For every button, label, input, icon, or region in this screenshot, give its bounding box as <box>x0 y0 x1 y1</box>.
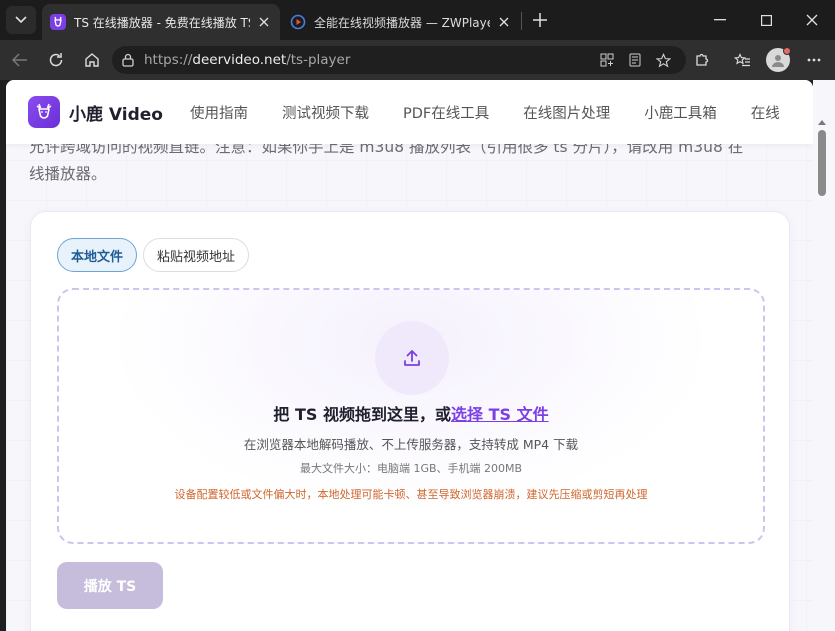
home-button[interactable] <box>78 46 106 74</box>
tab-strip: TS 在线播放器 - 免费在线播放 TS 视频 全能在线视频播放器 — ZWPl… <box>0 0 835 40</box>
new-tab-button[interactable] <box>528 8 552 32</box>
more-dots-icon <box>807 58 821 62</box>
source-tabs: 本地文件 粘贴视频地址 <box>57 238 255 272</box>
favorites-button[interactable] <box>728 46 756 74</box>
tab-ts-player[interactable]: TS 在线播放器 - 免费在线播放 TS 视频 <box>42 4 280 40</box>
intro-line: 线播放器。 <box>29 165 107 183</box>
scroll-thumb[interactable] <box>818 130 826 196</box>
close-icon <box>806 14 818 26</box>
deer-favicon-icon <box>50 14 66 30</box>
nav-item-pdf-tools[interactable]: PDF在线工具 <box>403 102 489 123</box>
maximize-button[interactable] <box>743 0 789 40</box>
tab-paste-url[interactable]: 粘贴视频地址 <box>143 238 250 272</box>
browser-toolbar: https://deervideo.net/ts-player <box>0 40 835 80</box>
scroll-up-arrow-icon[interactable] <box>818 120 826 125</box>
notification-dot <box>783 47 791 55</box>
favorites-list-icon <box>733 52 750 66</box>
refresh-icon <box>49 53 63 67</box>
url-text: https://deervideo.net/ts-player <box>144 52 351 68</box>
profile-avatar[interactable] <box>766 47 791 72</box>
dropzone-title: 把 TS 视频拖到这里，或选择 TS 文件 <box>59 401 763 425</box>
performance-warning: 设备配置较低或文件偏大时，本地处理可能卡顿、甚至导致浏览器崩溃，建议先压缩或剪短… <box>174 488 648 501</box>
tab-actions-menu[interactable] <box>6 6 36 34</box>
play-ts-button[interactable]: 播放 TS <box>57 562 163 609</box>
minimize-icon <box>714 19 726 21</box>
close-icon[interactable] <box>256 14 272 30</box>
dropzone-subtitle: 在浏览器本地解码播放、不上传服务器，支持转成 MP4 下载 <box>243 437 579 452</box>
nav-item-guide[interactable]: 使用指南 <box>190 102 248 123</box>
home-icon <box>85 53 99 67</box>
deer-logo-icon[interactable] <box>28 96 60 128</box>
plus-icon <box>533 13 547 27</box>
refresh-button[interactable] <box>42 46 70 74</box>
address-bar[interactable]: https://deervideo.net/ts-player <box>112 46 686 74</box>
nav-item-online[interactable]: 在线 <box>751 102 780 123</box>
brand-name[interactable]: 小鹿 Video <box>69 100 163 125</box>
tab-title: 全能在线视频播放器 — ZWPlayer <box>314 15 490 30</box>
nav-item-test-videos[interactable]: 测试视频下载 <box>282 102 369 123</box>
more-menu-button[interactable] <box>800 46 828 74</box>
close-window-button[interactable] <box>789 0 835 40</box>
tab-title: TS 在线播放器 - 免费在线播放 TS 视频 <box>74 15 250 30</box>
maximize-icon <box>760 14 772 26</box>
page-scrollbar[interactable] <box>813 80 835 631</box>
app-available-icon[interactable] <box>598 51 616 69</box>
player-card: 本地文件 粘贴视频地址 把 TS 视频拖到这里，或选择 TS 文件 在浏览器本地… <box>30 211 790 631</box>
tab-separator <box>521 12 522 30</box>
zwplayer-favicon-icon <box>290 14 306 30</box>
file-dropzone[interactable]: 把 TS 视频拖到这里，或选择 TS 文件 在浏览器本地解码播放、不上传服务器，… <box>57 288 765 544</box>
minimize-button[interactable] <box>697 0 743 40</box>
chevron-down-icon <box>15 16 27 24</box>
page-viewport: 允许跨域访问的视频直链。注意：如果你手上是 m3u8 播放列表（引用很多 ts … <box>6 80 813 631</box>
max-file-size: 最大文件大小：电脑端 1GB、手机端 200MB <box>299 462 523 475</box>
extensions-button[interactable] <box>688 46 716 74</box>
nav-item-image-tools[interactable]: 在线图片处理 <box>523 102 610 123</box>
tab-zwplayer[interactable]: 全能在线视频播放器 — ZWPlayer <box>282 4 520 40</box>
upload-icon <box>375 321 449 395</box>
dropzone-title-text: 把 TS 视频拖到这里，或 <box>273 405 451 424</box>
close-icon[interactable] <box>496 14 512 30</box>
nav-item-toolbox[interactable]: 小鹿工具箱 <box>644 102 717 123</box>
arrow-left-icon <box>12 53 27 67</box>
user-icon <box>772 55 784 67</box>
site-header: 小鹿 Video 使用指南 测试视频下载 PDF在线工具 在线图片处理 小鹿工具… <box>6 80 813 144</box>
reader-view-icon[interactable] <box>626 51 644 69</box>
favorite-star-icon[interactable] <box>654 51 672 69</box>
lock-icon <box>122 53 134 67</box>
tab-local-file[interactable]: 本地文件 <box>57 238 138 272</box>
browser-window: TS 在线播放器 - 免费在线播放 TS 视频 全能在线视频播放器 — ZWPl… <box>0 0 835 631</box>
choose-file-link[interactable]: 选择 TS 文件 <box>451 405 549 424</box>
puzzle-icon <box>696 53 709 66</box>
main-nav: 使用指南 测试视频下载 PDF在线工具 在线图片处理 小鹿工具箱 在线 <box>190 102 813 123</box>
back-button[interactable] <box>6 46 34 74</box>
